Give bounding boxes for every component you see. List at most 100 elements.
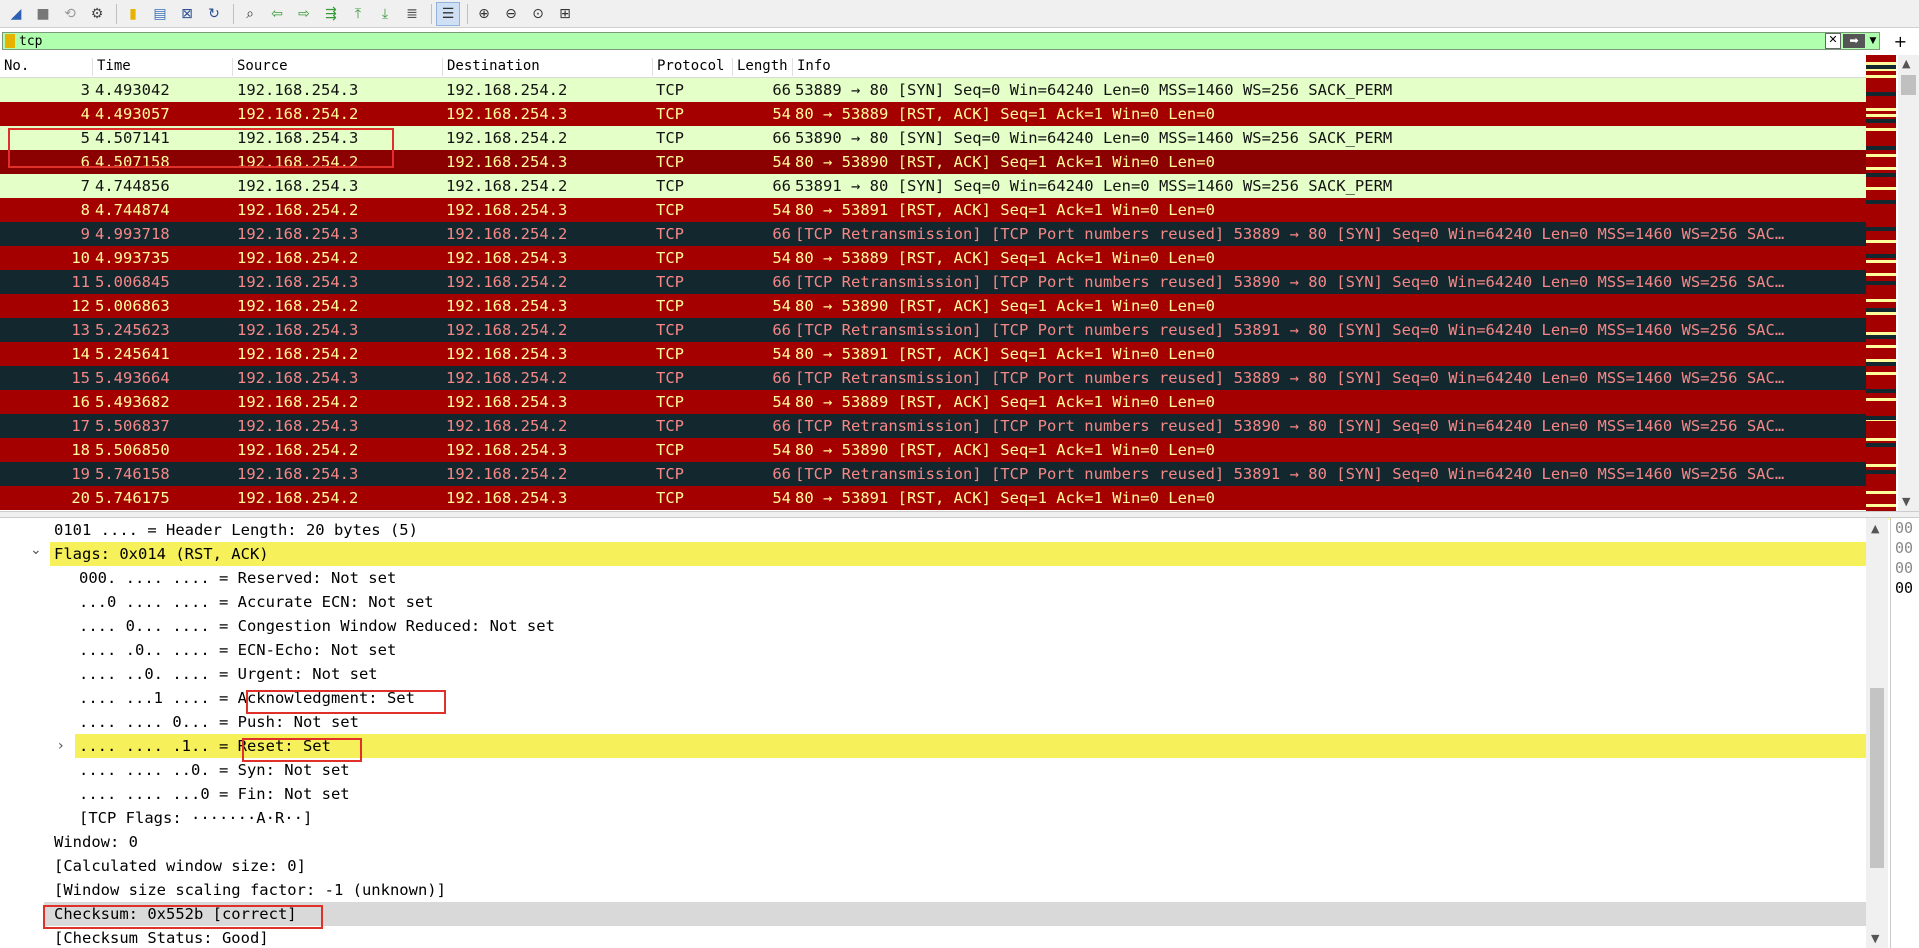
details-tree-item[interactable]: .... ..0. .... = Urgent: Not set [0, 662, 1866, 686]
column-header-time[interactable]: Time [92, 58, 232, 76]
packet-row[interactable]: 8 4.744874 192.168.254.2 192.168.254.3 TCP 54… [0, 198, 1866, 222]
go-to-packet-icon[interactable]: ⇶ [319, 2, 343, 26]
chevron-down-icon[interactable]: ▼ [1871, 932, 1879, 945]
packet-row[interactable]: 7 4.744856 192.168.254.3 192.168.254.2 TCP 66… [0, 174, 1866, 198]
details-tree-label: Flags: 0x014 (RST, ACK) [54, 545, 269, 563]
file-icon[interactable]: ▤ [148, 2, 172, 26]
packet-row[interactable]: 9 4.993718 192.168.254.3 192.168.254.2 TCP 66… [0, 222, 1866, 246]
chevron-down-icon[interactable]: ▼ [1867, 36, 1879, 46]
packet-list-scrollbar[interactable]: ▲ ▼ [1898, 55, 1919, 511]
details-tree-label: .... .0.. .... = ECN-Echo: Not set [79, 641, 397, 659]
zoom-in-icon[interactable]: ⊕ [472, 2, 496, 26]
open-folder-icon[interactable]: ▮ [121, 2, 145, 26]
forward-arrow-icon[interactable]: ⇨ [292, 2, 316, 26]
details-tree-item[interactable]: [TCP Flags: ·······A·R··] [0, 806, 1866, 830]
autoscroll-icon[interactable]: ≣ [400, 2, 424, 26]
close-file-icon[interactable]: ⊠ [175, 2, 199, 26]
packet-cell-time: 5.245641 [95, 345, 170, 363]
stop-icon[interactable]: ■ [31, 2, 55, 26]
first-packet-icon[interactable]: ⤒ [346, 2, 370, 26]
packet-cell-src: 192.168.254.2 [237, 249, 359, 267]
packet-cell-dst: 192.168.254.3 [446, 249, 568, 267]
details-tree-item[interactable]: [Window size scaling factor: -1 (unknown… [0, 878, 1866, 902]
chevron-up-icon[interactable]: ▲ [1902, 57, 1910, 70]
reload-icon[interactable]: ↻ [202, 2, 226, 26]
colorize-icon[interactable]: ☰ [436, 1, 460, 26]
minimap-stripe [1866, 335, 1896, 339]
packet-row[interactable]: 18 5.506850 192.168.254.2 192.168.254.3 TCP 5… [0, 438, 1866, 462]
packet-bytes-pane: 00 00 00 00 [1890, 518, 1919, 948]
apply-filter-icon[interactable]: ➡ [1843, 34, 1865, 48]
scrollbar-thumb[interactable] [1870, 688, 1884, 868]
packet-row[interactable]: 11 5.006845 192.168.254.3 192.168.254.2 TCP 6… [0, 270, 1866, 294]
details-tree-item[interactable]: [Calculated window size: 0] [0, 854, 1866, 878]
options-gear-icon[interactable]: ⚙ [85, 2, 109, 26]
packet-row[interactable]: 13 5.245623 192.168.254.3 192.168.254.2 TCP 6… [0, 318, 1866, 342]
column-header-protocol[interactable]: Protocol [652, 58, 732, 76]
clear-filter-icon[interactable]: ✕ [1825, 33, 1841, 49]
packet-cell-time: 4.744874 [95, 201, 170, 219]
packet-row[interactable]: 14 5.245641 192.168.254.2 192.168.254.3 TCP 5… [0, 342, 1866, 366]
back-arrow-icon[interactable]: ⇦ [265, 2, 289, 26]
packet-cell-info: [TCP Retransmission] [TCP Port numbers r… [795, 321, 1785, 339]
details-tree-item[interactable]: 000. .... .... = Reserved: Not set [0, 566, 1866, 590]
column-header-no[interactable]: No. [0, 58, 92, 76]
chevron-down-icon[interactable]: ▼ [1902, 495, 1910, 508]
packet-row[interactable]: 12 5.006863 192.168.254.2 192.168.254.3 TCP 5… [0, 294, 1866, 318]
main-toolbar: ◢ ■ ⟲ ⚙ ▮ ▤ ⊠ ↻ ⌕ ⇦ ⇨ ⇶ ⤒ ⤓ ≣ ☰ ⊕ ⊖ ⊙ ⊞ [0, 0, 1919, 28]
packet-cell-proto: TCP [656, 393, 684, 411]
chevron-down-icon[interactable]: ⌄ [30, 538, 42, 562]
pane-splitter[interactable] [0, 511, 1919, 518]
minimap-stripe [1866, 119, 1896, 123]
details-scrollbar[interactable]: ▲ ▼ [1866, 518, 1888, 948]
bytes-offset: 00 [1895, 519, 1914, 537]
zoom-out-icon[interactable]: ⊖ [499, 2, 523, 26]
minimap-stripe [1866, 503, 1896, 507]
packet-cell-no: 19 [71, 465, 90, 483]
details-tree-item[interactable]: [Checksum Status: Good] [0, 926, 1866, 948]
packet-row[interactable]: 17 5.506837 192.168.254.3 192.168.254.2 TCP 6… [0, 414, 1866, 438]
scrollbar-thumb[interactable] [1901, 75, 1916, 95]
details-tree-item[interactable]: ...0 .... .... = Accurate ECN: Not set [0, 590, 1866, 614]
details-tree-item[interactable]: 0101 .... = Header Length: 20 bytes (5) [0, 518, 1866, 542]
packet-row[interactable]: 19 5.746158 192.168.254.3 192.168.254.2 TCP 6… [0, 462, 1866, 486]
chevron-right-icon[interactable]: › [58, 734, 64, 758]
packet-cell-proto: TCP [656, 249, 684, 267]
details-tree-item[interactable]: Window: 0 [0, 830, 1866, 854]
packet-cell-len: 54 [772, 489, 791, 507]
packet-row[interactable]: 16 5.493682 192.168.254.2 192.168.254.3 TCP 5… [0, 390, 1866, 414]
packet-cell-proto: TCP [656, 129, 684, 147]
packet-row[interactable]: 15 5.493664 192.168.254.3 192.168.254.2 TCP 6… [0, 366, 1866, 390]
column-header-destination[interactable]: Destination [442, 58, 652, 76]
details-tree-item[interactable]: .... .0.. .... = ECN-Echo: Not set [0, 638, 1866, 662]
restart-icon[interactable]: ⟲ [58, 2, 82, 26]
packet-cell-time: 5.006863 [95, 297, 170, 315]
zoom-normal-icon[interactable]: ⊙ [526, 2, 550, 26]
details-tree-item[interactable]: .... .... ...0 = Fin: Not set [0, 782, 1866, 806]
packet-cell-src: 192.168.254.3 [237, 225, 359, 243]
last-packet-icon[interactable]: ⤓ [373, 2, 397, 26]
bookmark-icon[interactable] [5, 34, 15, 48]
packet-row[interactable]: 10 4.993735 192.168.254.2 192.168.254.3 TCP 5… [0, 246, 1866, 270]
column-header-source[interactable]: Source [232, 58, 442, 76]
column-header-length[interactable]: Length [732, 58, 792, 76]
minimap-stripe [1866, 200, 1896, 204]
display-filter-input[interactable] [19, 33, 1825, 49]
find-icon[interactable]: ⌕ [238, 2, 262, 26]
column-header-info[interactable]: Info [792, 58, 1866, 76]
details-tree-item[interactable]: .... 0... .... = Congestion Window Reduc… [0, 614, 1866, 638]
packet-row[interactable]: 4 4.493057 192.168.254.2 192.168.254.3 TCP 54… [0, 102, 1866, 126]
shark-fin-icon[interactable]: ◢ [4, 2, 28, 26]
minimap-stripe [1866, 187, 1896, 190]
packet-cell-src: 192.168.254.3 [237, 81, 359, 99]
resize-columns-icon[interactable]: ⊞ [553, 2, 577, 26]
packet-row[interactable]: 3 4.493042 192.168.254.3 192.168.254.2 TCP 66… [0, 78, 1866, 102]
packet-cell-time: 4.744856 [95, 177, 170, 195]
packet-cell-proto: TCP [656, 177, 684, 195]
packet-row[interactable]: 20 5.746175 192.168.254.2 192.168.254.3 TCP 5… [0, 486, 1866, 510]
chevron-up-icon[interactable]: ▲ [1871, 522, 1879, 535]
packet-minimap[interactable] [1866, 55, 1896, 520]
packet-cell-len: 54 [772, 249, 791, 267]
add-filter-button-icon[interactable]: + [1894, 32, 1907, 51]
details-tree-item[interactable]: ⌄ Flags: 0x014 (RST, ACK) [30, 542, 1866, 566]
